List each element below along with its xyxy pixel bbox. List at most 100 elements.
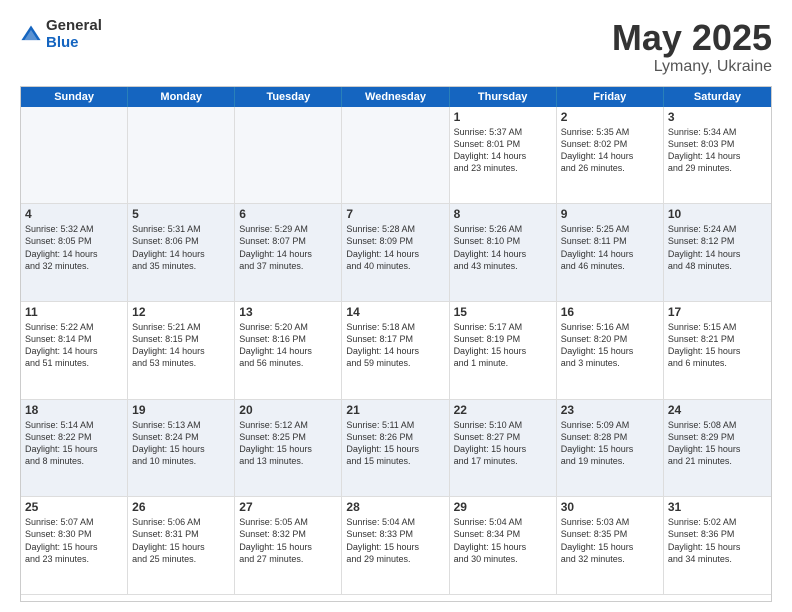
day-number: 27 <box>239 500 337 514</box>
day-number: 14 <box>346 305 444 319</box>
empty-cell <box>21 107 128 205</box>
day-number: 7 <box>346 207 444 221</box>
cell-info: Sunrise: 5:37 AM Sunset: 8:01 PM Dayligh… <box>454 126 552 175</box>
weekday-header: Saturday <box>664 87 771 107</box>
calendar: SundayMondayTuesdayWednesdayThursdayFrid… <box>20 86 772 602</box>
cell-info: Sunrise: 5:17 AM Sunset: 8:19 PM Dayligh… <box>454 321 552 370</box>
calendar-cell: 18 Sunrise: 5:14 AM Sunset: 8:22 PM Dayli… <box>21 400 128 498</box>
calendar-cell: 3 Sunrise: 5:34 AM Sunset: 8:03 PM Daylig… <box>664 107 771 205</box>
calendar-cell: 1 Sunrise: 5:37 AM Sunset: 8:01 PM Daylig… <box>450 107 557 205</box>
cell-info: Sunrise: 5:20 AM Sunset: 8:16 PM Dayligh… <box>239 321 337 370</box>
weekday-header: Thursday <box>450 87 557 107</box>
day-number: 15 <box>454 305 552 319</box>
cell-info: Sunrise: 5:14 AM Sunset: 8:22 PM Dayligh… <box>25 419 123 468</box>
calendar-body: 1 Sunrise: 5:37 AM Sunset: 8:01 PM Daylig… <box>21 107 771 595</box>
weekday-header: Monday <box>128 87 235 107</box>
cell-info: Sunrise: 5:31 AM Sunset: 8:06 PM Dayligh… <box>132 223 230 272</box>
cell-info: Sunrise: 5:06 AM Sunset: 8:31 PM Dayligh… <box>132 516 230 565</box>
calendar-cell: 15 Sunrise: 5:17 AM Sunset: 8:19 PM Dayli… <box>450 302 557 400</box>
title-block: May 2025 Lymany, Ukraine <box>612 18 772 76</box>
day-number: 6 <box>239 207 337 221</box>
title-location: Lymany, Ukraine <box>612 58 772 76</box>
day-number: 25 <box>25 500 123 514</box>
day-number: 10 <box>668 207 767 221</box>
day-number: 23 <box>561 403 659 417</box>
cell-info: Sunrise: 5:07 AM Sunset: 8:30 PM Dayligh… <box>25 516 123 565</box>
logo-general: General <box>46 18 102 35</box>
calendar-cell: 5 Sunrise: 5:31 AM Sunset: 8:06 PM Daylig… <box>128 204 235 302</box>
cell-info: Sunrise: 5:34 AM Sunset: 8:03 PM Dayligh… <box>668 126 767 175</box>
cell-info: Sunrise: 5:08 AM Sunset: 8:29 PM Dayligh… <box>668 419 767 468</box>
day-number: 11 <box>25 305 123 319</box>
cell-info: Sunrise: 5:25 AM Sunset: 8:11 PM Dayligh… <box>561 223 659 272</box>
weekday-header: Tuesday <box>235 87 342 107</box>
day-number: 22 <box>454 403 552 417</box>
cell-info: Sunrise: 5:09 AM Sunset: 8:28 PM Dayligh… <box>561 419 659 468</box>
cell-info: Sunrise: 5:02 AM Sunset: 8:36 PM Dayligh… <box>668 516 767 565</box>
logo: General Blue <box>20 18 102 51</box>
calendar-cell: 28Sunrise: 5:04 AM Sunset: 8:33 PM Dayli… <box>342 497 449 595</box>
cell-info: Sunrise: 5:04 AM Sunset: 8:34 PM Dayligh… <box>454 516 552 565</box>
empty-cell <box>128 107 235 205</box>
cell-info: Sunrise: 5:29 AM Sunset: 8:07 PM Dayligh… <box>239 223 337 272</box>
day-number: 18 <box>25 403 123 417</box>
day-number: 1 <box>454 110 552 124</box>
cell-info: Sunrise: 5:10 AM Sunset: 8:27 PM Dayligh… <box>454 419 552 468</box>
cell-info: Sunrise: 5:03 AM Sunset: 8:35 PM Dayligh… <box>561 516 659 565</box>
calendar-cell: 29 Sunrise: 5:04 AM Sunset: 8:34 PM Dayli… <box>450 497 557 595</box>
logo-blue: Blue <box>46 35 102 52</box>
calendar-cell: 27 Sunrise: 5:05 AM Sunset: 8:32 PM Dayli… <box>235 497 342 595</box>
calendar-cell: 7 Sunrise: 5:28 AM Sunset: 8:09 PM Daylig… <box>342 204 449 302</box>
cell-info: Sunrise: 5:05 AM Sunset: 8:32 PM Dayligh… <box>239 516 337 565</box>
calendar-cell: 13 Sunrise: 5:20 AM Sunset: 8:16 PM Dayli… <box>235 302 342 400</box>
calendar-cell: 31Sunrise: 5:02 AM Sunset: 8:36 PM Dayli… <box>664 497 771 595</box>
calendar-cell: 9Sunrise: 5:25 AM Sunset: 8:11 PM Daylig… <box>557 204 664 302</box>
cell-info: Sunrise: 5:21 AM Sunset: 8:15 PM Dayligh… <box>132 321 230 370</box>
calendar-header: SundayMondayTuesdayWednesdayThursdayFrid… <box>21 87 771 107</box>
calendar-cell: 4Sunrise: 5:32 AM Sunset: 8:05 PM Daylig… <box>21 204 128 302</box>
calendar-cell: 12 Sunrise: 5:21 AM Sunset: 8:15 PM Dayli… <box>128 302 235 400</box>
cell-info: Sunrise: 5:18 AM Sunset: 8:17 PM Dayligh… <box>346 321 444 370</box>
weekday-header: Sunday <box>21 87 128 107</box>
calendar-cell: 24 Sunrise: 5:08 AM Sunset: 8:29 PM Dayli… <box>664 400 771 498</box>
calendar-cell: 17 Sunrise: 5:15 AM Sunset: 8:21 PM Dayli… <box>664 302 771 400</box>
cell-info: Sunrise: 5:22 AM Sunset: 8:14 PM Dayligh… <box>25 321 123 370</box>
day-number: 26 <box>132 500 230 514</box>
calendar-cell: 10Sunrise: 5:24 AM Sunset: 8:12 PM Dayli… <box>664 204 771 302</box>
day-number: 2 <box>561 110 659 124</box>
day-number: 17 <box>668 305 767 319</box>
weekday-header: Friday <box>557 87 664 107</box>
calendar-cell: 23 Sunrise: 5:09 AM Sunset: 8:28 PM Dayli… <box>557 400 664 498</box>
calendar-cell: 6 Sunrise: 5:29 AM Sunset: 8:07 PM Daylig… <box>235 204 342 302</box>
empty-cell <box>235 107 342 205</box>
day-number: 29 <box>454 500 552 514</box>
calendar-cell: 20Sunrise: 5:12 AM Sunset: 8:25 PM Dayli… <box>235 400 342 498</box>
day-number: 12 <box>132 305 230 319</box>
calendar-cell: 14 Sunrise: 5:18 AM Sunset: 8:17 PM Dayli… <box>342 302 449 400</box>
cell-info: Sunrise: 5:28 AM Sunset: 8:09 PM Dayligh… <box>346 223 444 272</box>
cell-info: Sunrise: 5:26 AM Sunset: 8:10 PM Dayligh… <box>454 223 552 272</box>
day-number: 4 <box>25 207 123 221</box>
empty-cell <box>342 107 449 205</box>
calendar-cell: 26 Sunrise: 5:06 AM Sunset: 8:31 PM Dayli… <box>128 497 235 595</box>
day-number: 5 <box>132 207 230 221</box>
calendar-cell: 22 Sunrise: 5:10 AM Sunset: 8:27 PM Dayli… <box>450 400 557 498</box>
day-number: 3 <box>668 110 767 124</box>
cell-info: Sunrise: 5:15 AM Sunset: 8:21 PM Dayligh… <box>668 321 767 370</box>
header: General Blue May 2025 Lymany, Ukraine <box>20 18 772 76</box>
cell-info: Sunrise: 5:04 AM Sunset: 8:33 PM Dayligh… <box>346 516 444 565</box>
day-number: 19 <box>132 403 230 417</box>
day-number: 24 <box>668 403 767 417</box>
day-number: 21 <box>346 403 444 417</box>
day-number: 13 <box>239 305 337 319</box>
day-number: 16 <box>561 305 659 319</box>
weekday-header: Wednesday <box>342 87 449 107</box>
cell-info: Sunrise: 5:12 AM Sunset: 8:25 PM Dayligh… <box>239 419 337 468</box>
calendar-cell: 21 Sunrise: 5:11 AM Sunset: 8:26 PM Dayli… <box>342 400 449 498</box>
calendar-cell: 2Sunrise: 5:35 AM Sunset: 8:02 PM Daylig… <box>557 107 664 205</box>
logo-icon <box>20 24 42 46</box>
cell-info: Sunrise: 5:11 AM Sunset: 8:26 PM Dayligh… <box>346 419 444 468</box>
calendar-cell: 16Sunrise: 5:16 AM Sunset: 8:20 PM Dayli… <box>557 302 664 400</box>
calendar-cell: 8Sunrise: 5:26 AM Sunset: 8:10 PM Daylig… <box>450 204 557 302</box>
day-number: 30 <box>561 500 659 514</box>
